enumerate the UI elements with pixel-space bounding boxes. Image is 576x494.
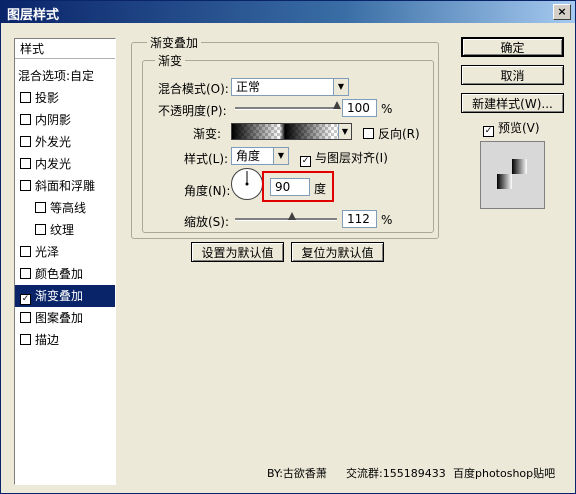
scale-unit: % bbox=[381, 213, 393, 227]
sidebar-checkbox-icon[interactable] bbox=[20, 312, 31, 323]
sidebar-checkbox-icon[interactable] bbox=[20, 92, 31, 103]
angle-label: 角度(N): bbox=[184, 184, 231, 198]
style-label: 样式(L): bbox=[184, 152, 229, 166]
gradient-dropdown-icon[interactable]: ▼ bbox=[338, 124, 351, 139]
sidebar-checkbox-icon[interactable] bbox=[20, 136, 31, 147]
footer-source: 百度photoshop贴吧 bbox=[453, 467, 556, 480]
styles-list-header: 样式 bbox=[15, 39, 115, 59]
sidebar-item-label: 投影 bbox=[35, 91, 60, 105]
chevron-down-icon: ▼ bbox=[273, 148, 288, 164]
blend-mode-value: 正常 bbox=[236, 80, 261, 94]
sidebar-checkbox-icon[interactable] bbox=[20, 158, 31, 169]
styles-list: 样式 混合选项:自定投影内阴影外发光内发光斜面和浮雕等高线纹理光泽颜色叠加 ✓ 渐变… bbox=[14, 38, 116, 485]
footer-group: 交流群:155189433 bbox=[346, 467, 446, 480]
sidebar-item[interactable]: 投影 bbox=[15, 87, 115, 109]
ok-button[interactable]: 确定 bbox=[461, 37, 564, 57]
sidebar-item-label: 渐变叠加 bbox=[35, 289, 84, 303]
sidebar-item-label: 颜色叠加 bbox=[35, 267, 84, 281]
sidebar-item[interactable]: 光泽 bbox=[15, 241, 115, 263]
gradient-picker[interactable]: ▼ bbox=[231, 123, 352, 140]
sidebar-item-label: 外发光 bbox=[35, 135, 72, 149]
angle-dial-icon[interactable] bbox=[230, 167, 264, 201]
preview-checkbox[interactable]: ✓ 预览(V) bbox=[483, 119, 540, 137]
preview-thumbnail-icon bbox=[497, 159, 527, 189]
layer-style-dialog: 图层样式 × 样式 混合选项:自定投影内阴影外发光内发光斜面和浮雕等高线纹理光泽… bbox=[0, 0, 576, 494]
preview-check-icon[interactable]: ✓ bbox=[483, 126, 494, 137]
footer-author: BY:古欲香萧 bbox=[267, 467, 327, 480]
sidebar-item[interactable]: 斜面和浮雕 bbox=[15, 175, 115, 197]
style-preview bbox=[480, 141, 545, 209]
reverse-label: 反向(R) bbox=[378, 127, 420, 141]
sidebar-item[interactable]: 内发光 bbox=[15, 153, 115, 175]
sidebar-item-label: 纹理 bbox=[50, 223, 75, 237]
scale-input[interactable]: 112 bbox=[342, 210, 377, 228]
opacity-slider[interactable] bbox=[235, 107, 337, 110]
opacity-label: 不透明度(P): bbox=[158, 104, 227, 118]
angle-unit: 度 bbox=[314, 182, 327, 196]
reverse-checkbox[interactable]: 反向(R) bbox=[363, 125, 420, 142]
reset-default-button[interactable]: 复位为默认值 bbox=[291, 242, 384, 262]
sidebar-checkbox-icon[interactable]: ✓ bbox=[20, 294, 31, 305]
sidebar-item-label: 内阴影 bbox=[35, 113, 72, 127]
sidebar-checkbox-icon[interactable] bbox=[20, 180, 31, 191]
sidebar-item-label: 描边 bbox=[35, 333, 60, 347]
sidebar-item[interactable]: 等高线 bbox=[15, 197, 115, 219]
cancel-button[interactable]: 取消 bbox=[461, 65, 564, 85]
close-button[interactable]: × bbox=[553, 4, 571, 20]
sidebar-checkbox-icon[interactable] bbox=[35, 224, 46, 235]
angle-input[interactable]: 90 bbox=[270, 178, 310, 196]
sidebar-item-label: 斜面和浮雕 bbox=[35, 179, 96, 193]
sidebar-item-label: 混合选项:自定 bbox=[18, 69, 95, 83]
sidebar-item[interactable]: 混合选项:自定 bbox=[15, 65, 115, 87]
scale-slider-thumb[interactable] bbox=[288, 212, 297, 220]
sidebar-checkbox-icon[interactable] bbox=[20, 246, 31, 257]
style-value: 角度 bbox=[236, 149, 261, 163]
scale-slider[interactable] bbox=[235, 218, 337, 221]
sidebar-item[interactable]: 内阴影 bbox=[15, 109, 115, 131]
gradient-label: 渐变: bbox=[193, 127, 222, 141]
sidebar-item-label: 等高线 bbox=[50, 201, 87, 215]
align-check-icon[interactable]: ✓ bbox=[300, 156, 311, 167]
align-label: 与图层对齐(I) bbox=[315, 151, 388, 165]
gradient-swatch-icon bbox=[232, 124, 338, 139]
opacity-unit: % bbox=[381, 102, 393, 116]
sidebar-item[interactable]: 颜色叠加 bbox=[15, 263, 115, 285]
chevron-down-icon: ▼ bbox=[333, 79, 348, 95]
sidebar-item[interactable]: 描边 bbox=[15, 329, 115, 351]
sidebar-item[interactable]: 外发光 bbox=[15, 131, 115, 153]
sidebar-checkbox-icon[interactable] bbox=[20, 268, 31, 279]
sidebar-checkbox-icon[interactable] bbox=[35, 202, 46, 213]
sidebar-item-label: 内发光 bbox=[35, 157, 72, 171]
style-select[interactable]: 角度 ▼ bbox=[231, 147, 289, 165]
new-style-button[interactable]: 新建样式(W)... bbox=[461, 93, 564, 113]
scale-label: 缩放(S): bbox=[184, 215, 230, 229]
sidebar-item-label: 光泽 bbox=[35, 245, 60, 259]
window-title: 图层样式 bbox=[7, 8, 60, 23]
opacity-input[interactable]: 100 bbox=[342, 99, 377, 117]
sidebar-checkbox-icon[interactable] bbox=[20, 114, 31, 125]
blend-mode-label: 混合模式(O): bbox=[158, 82, 229, 96]
sidebar-item-label: 图案叠加 bbox=[35, 311, 84, 325]
opacity-slider-thumb[interactable] bbox=[333, 101, 341, 109]
sidebar-item[interactable]: ✓ 渐变叠加 bbox=[15, 285, 115, 307]
gradient-subgroup-title: 渐变 bbox=[155, 52, 186, 69]
align-checkbox[interactable]: ✓ 与图层对齐(I) bbox=[300, 149, 388, 167]
preview-label: 预览(V) bbox=[498, 121, 540, 135]
set-default-button[interactable]: 设置为默认值 bbox=[191, 242, 284, 262]
reverse-check-icon[interactable] bbox=[363, 128, 374, 139]
sidebar-item[interactable]: 图案叠加 bbox=[15, 307, 115, 329]
blend-mode-select[interactable]: 正常 ▼ bbox=[231, 78, 349, 96]
gradient-overlay-title: 渐变叠加 bbox=[147, 34, 202, 51]
sidebar-checkbox-icon[interactable] bbox=[20, 334, 31, 345]
sidebar-item[interactable]: 纹理 bbox=[15, 219, 115, 241]
title-bar: 图层样式 × bbox=[1, 1, 575, 23]
